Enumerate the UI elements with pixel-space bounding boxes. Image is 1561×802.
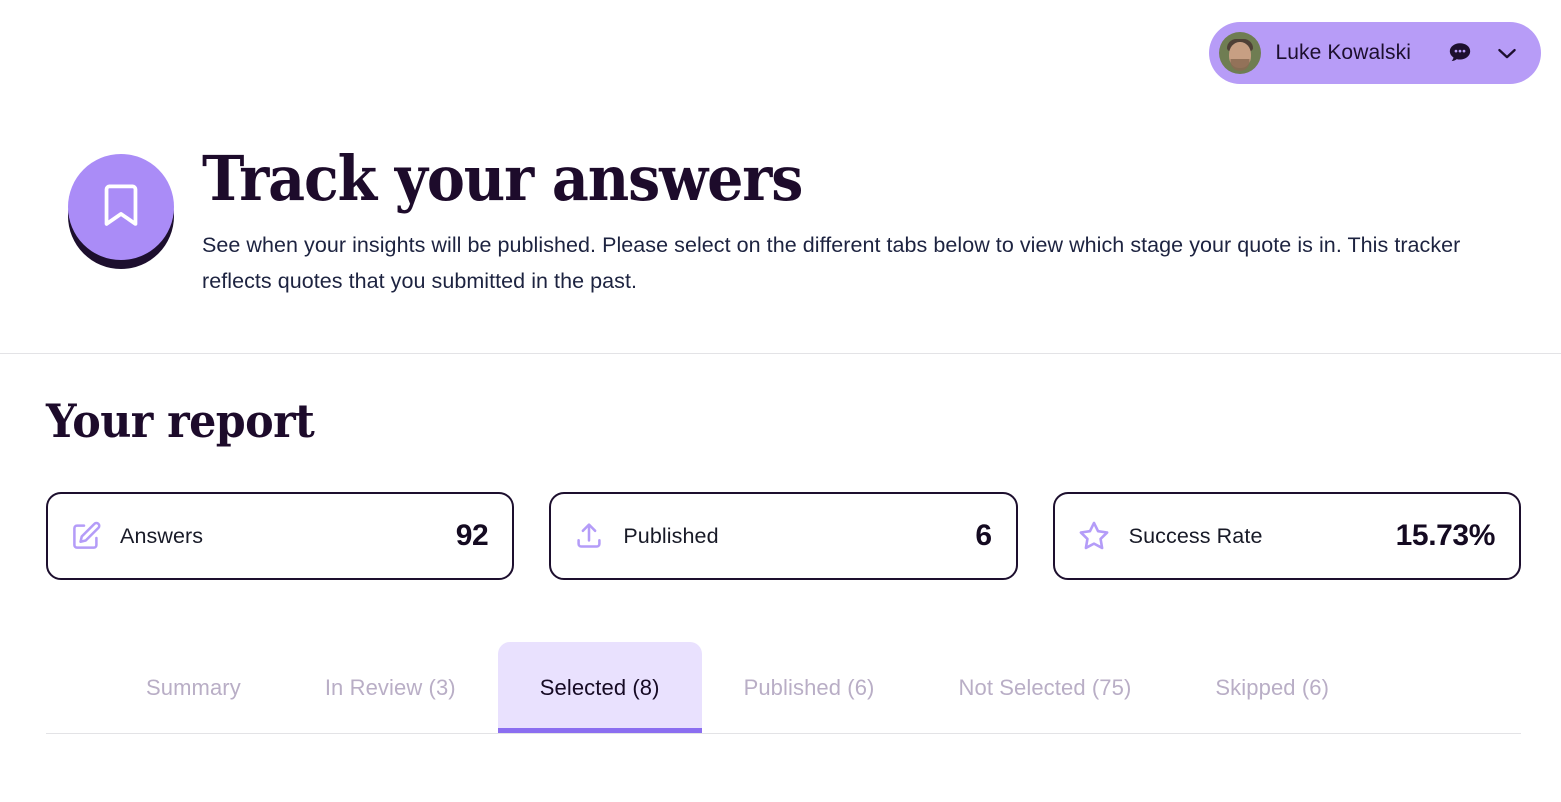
bookmark-icon xyxy=(99,180,143,235)
stat-value: 6 xyxy=(975,519,992,553)
stat-value: 15.73% xyxy=(1395,519,1496,553)
tab-summary[interactable]: Summary xyxy=(104,642,283,734)
report-title: Your report xyxy=(46,394,315,449)
stat-card-answers[interactable]: Answers 92 xyxy=(46,492,515,581)
pill-icon-group xyxy=(1447,39,1521,67)
stat-label: Published xyxy=(623,523,719,548)
chat-bubble-icon[interactable] xyxy=(1447,40,1473,66)
tabs-container: Summary In Review (3) Selected (8) Publi… xyxy=(46,642,1521,735)
hero-text-block: Track your answers See when your insight… xyxy=(202,146,1492,299)
tab-not-selected[interactable]: Not Selected (75) xyxy=(917,642,1174,734)
tab-label: In Review (3) xyxy=(324,675,456,701)
page-title: Track your answers xyxy=(202,142,803,215)
hero-badge xyxy=(68,154,174,269)
hero-section: Track your answers See when your insight… xyxy=(0,108,1561,299)
avatar xyxy=(1219,32,1262,74)
user-name: Luke Kowalski xyxy=(1275,41,1411,64)
tab-label: Not Selected (75) xyxy=(958,675,1132,701)
page-description: See when your insights will be published… xyxy=(202,233,1461,294)
stat-card-published[interactable]: Published 6 xyxy=(549,492,1018,581)
tab-label: Summary xyxy=(146,675,241,701)
tab-selected[interactable]: Selected (8) xyxy=(497,642,702,735)
star-icon xyxy=(1077,519,1111,553)
tab-published[interactable]: Published (6) xyxy=(702,642,917,734)
user-menu-pill[interactable]: Luke Kowalski xyxy=(1209,22,1541,84)
tab-list: Summary In Review (3) Selected (8) Publi… xyxy=(46,642,1521,735)
edit-square-icon xyxy=(70,520,102,552)
stat-card-success-rate[interactable]: Success Rate 15.73% xyxy=(1052,492,1521,581)
report-section: Your report Answers 92 Published 6 Succe… xyxy=(0,354,1561,735)
tab-skipped[interactable]: Skipped (6) xyxy=(1173,642,1371,734)
stat-label: Answers xyxy=(120,523,204,548)
badge-circle xyxy=(68,154,174,260)
chevron-down-icon[interactable] xyxy=(1493,39,1521,67)
stat-label: Success Rate xyxy=(1128,523,1263,548)
stat-card-row: Answers 92 Published 6 Success Rate 15.7 xyxy=(46,492,1521,581)
upload-icon xyxy=(573,520,605,552)
tab-label: Published (6) xyxy=(743,675,875,701)
avatar-beard xyxy=(1230,58,1250,71)
tabs-baseline xyxy=(46,733,1521,735)
tab-in-review[interactable]: In Review (3) xyxy=(283,642,498,734)
tab-label: Skipped (6) xyxy=(1215,675,1330,701)
stat-value: 92 xyxy=(455,519,489,553)
tab-label: Selected (8) xyxy=(539,675,660,701)
top-bar: Luke Kowalski xyxy=(0,0,1561,108)
